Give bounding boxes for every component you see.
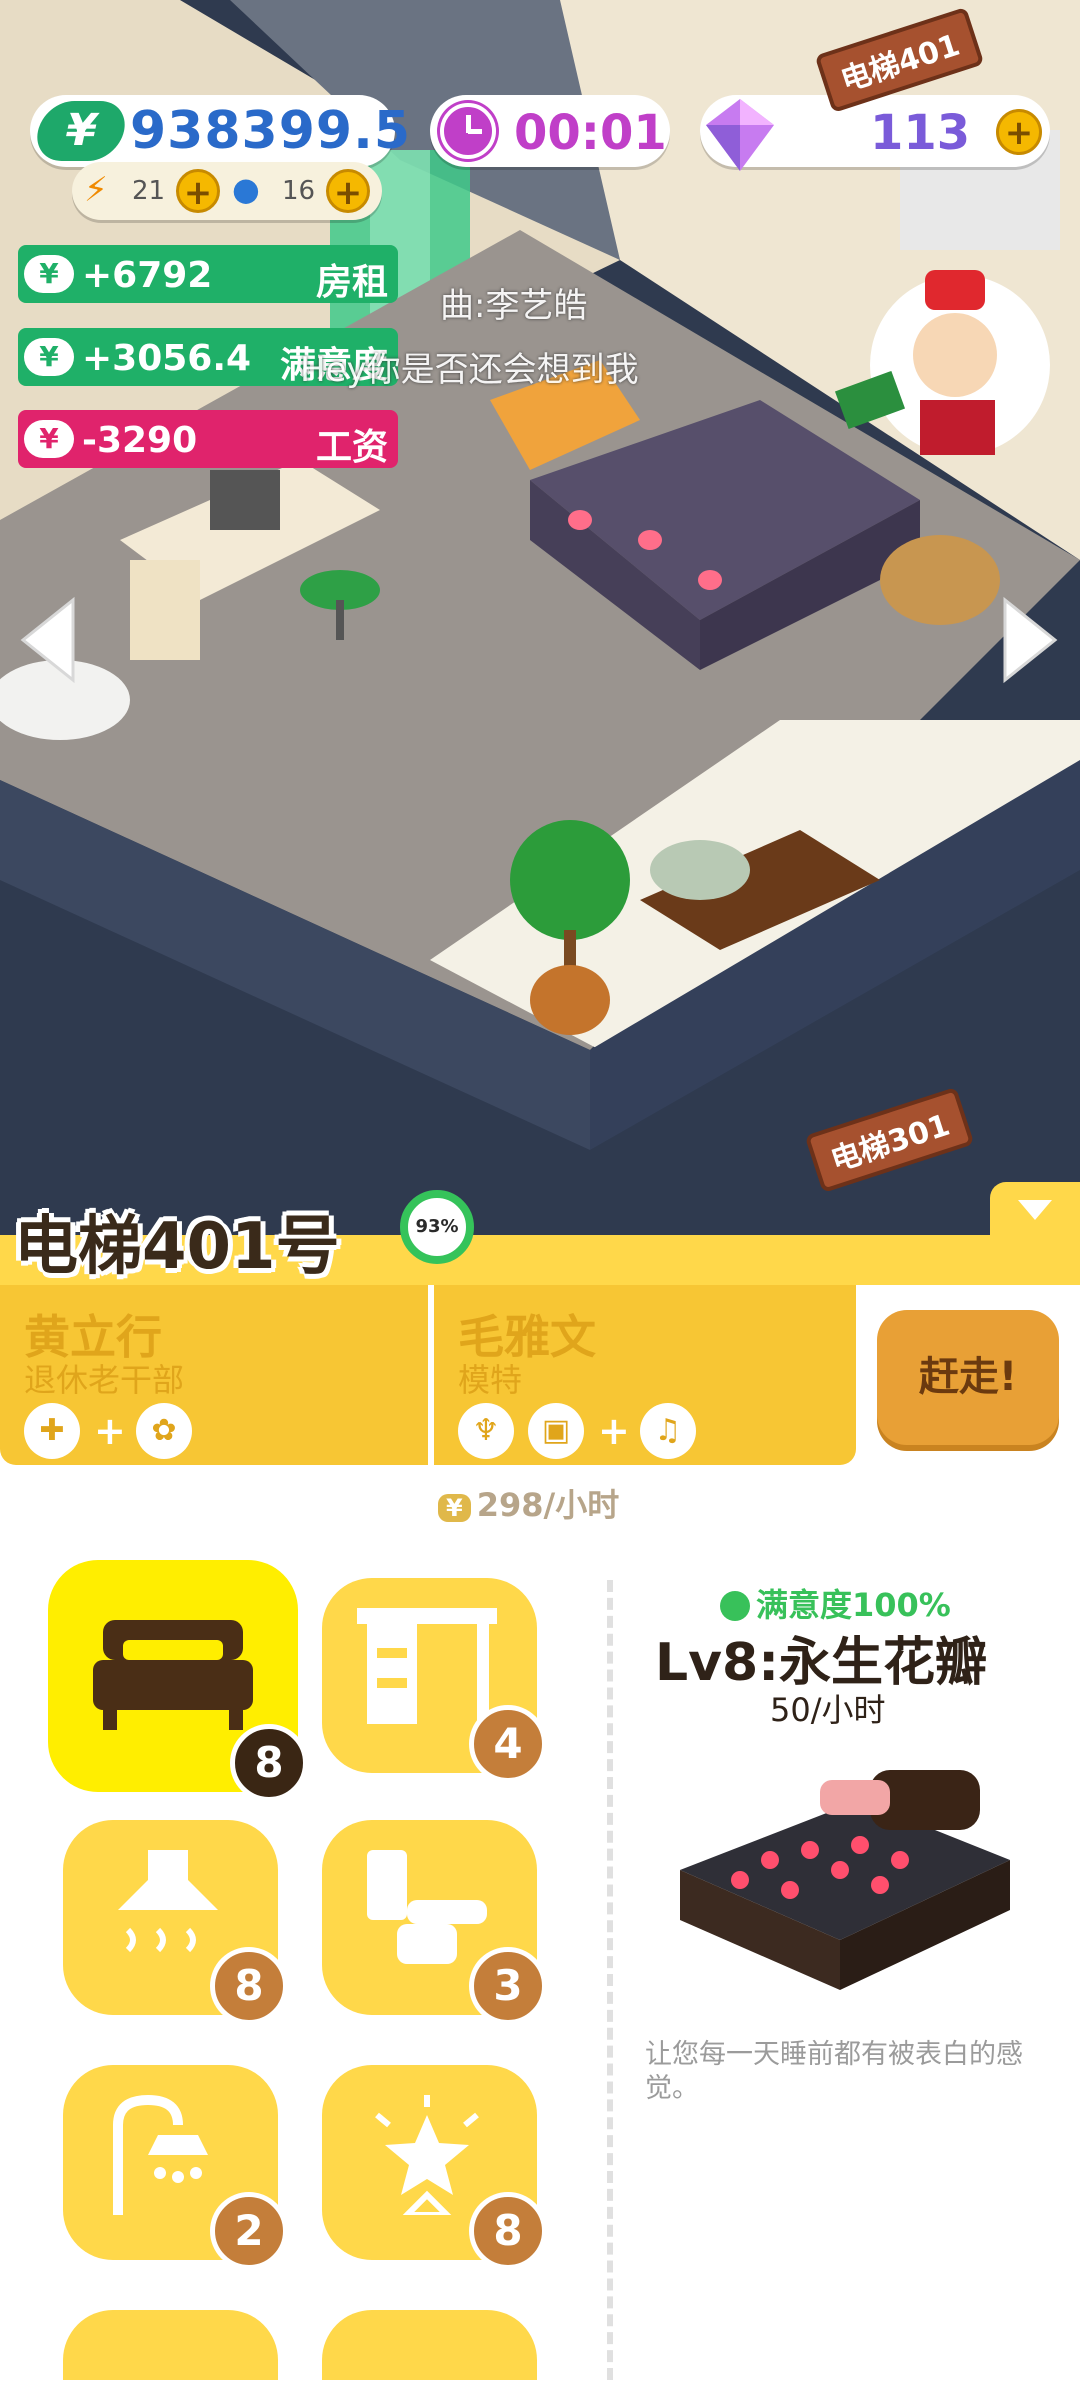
furniture-shower[interactable]: 2 xyxy=(63,2065,288,2270)
collapse-panel-button[interactable] xyxy=(990,1182,1080,1242)
music-icon: ♫ xyxy=(640,1403,696,1459)
bed-icon xyxy=(93,1620,253,1730)
food-icon: ♆ xyxy=(458,1403,514,1459)
plant-icon: ✿ xyxy=(136,1403,192,1459)
income-rent-label: 房租 xyxy=(315,262,388,303)
timer-value: 00:01 xyxy=(514,105,667,161)
furniture-more-1[interactable] xyxy=(63,2310,278,2380)
tenant-card-1[interactable]: 黄立行 退休老干部 ✚ + ✿ xyxy=(0,1285,428,1465)
expense-salary: ¥ -3290 工资 xyxy=(18,410,398,468)
energy-icon: ⚡ xyxy=(84,170,108,210)
song-lyric: Hey你是否还会想到我 xyxy=(300,350,639,390)
level-badge: 2 xyxy=(210,2192,288,2270)
add-gems-button[interactable]: + xyxy=(996,109,1042,155)
level-badge: 4 xyxy=(469,1705,547,1783)
panel-divider xyxy=(607,1580,613,2380)
money-icon: ¥ xyxy=(438,1494,471,1522)
furniture-toilet[interactable]: 3 xyxy=(322,1820,547,2025)
money-icon: ¥ xyxy=(24,338,74,376)
tenant-job: 退休老干部 xyxy=(24,1361,185,1399)
level-badge: 8 xyxy=(230,1724,308,1802)
detail-item-rate: 50/小时 xyxy=(770,1691,886,1729)
level-badge: 8 xyxy=(210,1947,288,2025)
money-icon: ¥ xyxy=(24,255,74,293)
furniture-more-2[interactable] xyxy=(322,2310,537,2380)
level-badge: 8 xyxy=(469,2192,547,2270)
medical-icon: ✚ xyxy=(24,1403,80,1459)
room-title: 电梯401号 xyxy=(14,1210,340,1284)
income-satisfaction-value: +3056.4 xyxy=(82,338,252,379)
level-badge: 3 xyxy=(469,1947,547,2025)
lamp-icon xyxy=(375,2095,479,2215)
toilet-icon xyxy=(367,1850,487,1964)
clock-icon xyxy=(440,103,496,159)
prev-room-arrow-icon[interactable] xyxy=(18,590,78,690)
expense-salary-label: 工资 xyxy=(315,427,388,468)
detail-description: 让您每一天睡前都有被表白的感觉。 xyxy=(645,2039,1023,2104)
resource-bar: ⚡ 21 + ● 16 + xyxy=(72,162,382,220)
income-rent: ¥ +6792 房租 xyxy=(18,245,398,303)
plus-icon: + xyxy=(598,1409,630,1453)
money-icon: ¥ xyxy=(24,420,74,458)
energy-value: 21 xyxy=(132,176,166,206)
tenant-job: 模特 xyxy=(458,1361,523,1399)
rent-rate: ¥298/小时 xyxy=(438,1480,619,1526)
gem-counter: 113 + xyxy=(700,95,1050,171)
shower-icon xyxy=(113,2095,208,2215)
tenant-card-2[interactable]: 毛雅文 模特 ♆ ▣ + ♫ xyxy=(434,1285,856,1465)
desk-icon xyxy=(357,1608,497,1724)
money-icon: ¥ xyxy=(31,101,131,161)
detail-item-name: Lv8:永生花瓣 xyxy=(655,1633,988,1693)
add-energy-button[interactable]: + xyxy=(176,169,220,213)
expense-salary-value: -3290 xyxy=(82,420,198,461)
timer-counter: 00:01 xyxy=(430,95,670,167)
rent-rate-value: 298/小时 xyxy=(476,1486,620,1524)
box-icon: ▣ xyxy=(528,1403,584,1459)
occupancy-ring: 93% xyxy=(400,1190,474,1264)
evict-button[interactable]: 赶走! xyxy=(877,1310,1059,1445)
add-water-button[interactable]: + xyxy=(326,169,370,213)
furniture-lamp[interactable]: 8 xyxy=(322,2065,547,2270)
furniture-bed[interactable]: 8 xyxy=(48,1560,308,1802)
water-drop-icon: ● xyxy=(232,170,260,208)
next-room-arrow-icon[interactable] xyxy=(1000,590,1060,690)
song-credit: 曲:李艺皓 xyxy=(440,286,588,326)
water-value: 16 xyxy=(282,176,316,206)
range-hood-icon xyxy=(118,1850,218,1953)
income-rent-value: +6792 xyxy=(82,255,213,296)
gem-icon xyxy=(706,99,774,171)
plus-icon: + xyxy=(94,1409,126,1453)
gem-value: 113 xyxy=(870,105,971,161)
bed-preview-image xyxy=(680,1770,1010,1990)
money-counter: ¥ 938399.5 xyxy=(30,95,410,167)
game-scene[interactable]: ¥ 938399.5 ⚡ 21 + ● 16 + 00:01 113 + ¥ +… xyxy=(0,0,1080,1240)
furniture-desk[interactable]: 4 xyxy=(322,1578,547,1783)
furniture-range-hood[interactable]: 8 xyxy=(63,1820,288,2025)
money-value: 938399.5 xyxy=(130,101,412,161)
